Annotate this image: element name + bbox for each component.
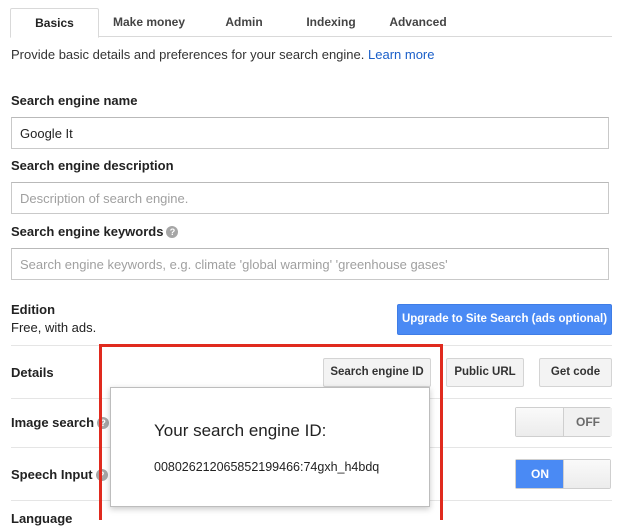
search-engine-keywords-input[interactable]: [11, 248, 609, 280]
public-url-button[interactable]: Public URL: [446, 358, 524, 387]
image-search-label: Image search?: [11, 415, 110, 430]
keywords-label: Search engine keywords?: [11, 224, 179, 239]
toggle-state-off: OFF: [564, 408, 612, 436]
edition-label: Edition: [11, 302, 56, 317]
intro-description: Provide basic details and preferences fo…: [11, 47, 365, 62]
details-label: Details: [11, 365, 54, 380]
description-label: Search engine description: [11, 158, 174, 173]
tab-bar: Basics Make money Admin Indexing Advance…: [10, 8, 612, 38]
search-engine-id-popup: Your search engine ID: 00802621206585219…: [110, 387, 430, 507]
search-engine-id-value: 008026212065852199466:74gxh_h4bdq: [154, 460, 380, 474]
edition-value: Free, with ads.: [11, 320, 97, 335]
toggle-knob: [563, 460, 610, 488]
speech-input-toggle[interactable]: ON: [515, 459, 611, 489]
tab-advanced[interactable]: Advanced: [378, 8, 458, 37]
help-icon[interactable]: ?: [166, 226, 179, 238]
toggle-state-on: ON: [516, 460, 564, 488]
speech-input-label: Speech Input?: [11, 467, 108, 482]
name-label: Search engine name: [11, 93, 138, 108]
speech-input-label-text: Speech Input: [11, 467, 93, 482]
keywords-label-text: Search engine keywords: [11, 224, 164, 239]
popup-title: Your search engine ID:: [154, 421, 327, 440]
learn-more-link[interactable]: Learn more: [368, 47, 434, 62]
upgrade-site-search-button[interactable]: Upgrade to Site Search (ads optional): [397, 304, 612, 335]
search-engine-name-input[interactable]: [11, 117, 609, 149]
image-search-label-text: Image search: [11, 415, 95, 430]
intro-text: Provide basic details and preferences fo…: [11, 47, 434, 62]
toggle-knob: [516, 408, 564, 436]
search-engine-description-input[interactable]: [11, 182, 609, 214]
tab-admin[interactable]: Admin: [200, 8, 288, 37]
language-label: Language: [11, 511, 73, 526]
tab-indexing[interactable]: Indexing: [294, 8, 368, 37]
get-code-button[interactable]: Get code: [539, 358, 612, 387]
image-search-toggle[interactable]: OFF: [515, 407, 612, 437]
tab-make-money[interactable]: Make money: [104, 8, 194, 37]
tab-basics[interactable]: Basics: [10, 8, 99, 38]
